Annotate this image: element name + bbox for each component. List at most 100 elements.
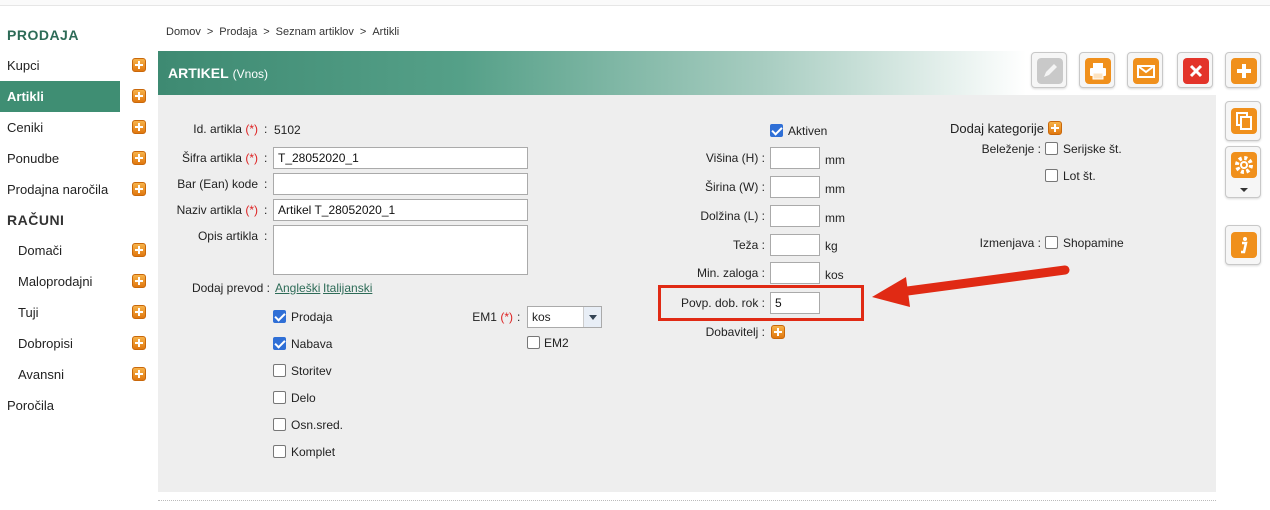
page-header: ARTIKEL (Vnos) [158, 51, 1026, 95]
link-italijanski[interactable]: Italijanski [323, 281, 372, 295]
naziv-input[interactable] [273, 199, 528, 221]
plus-icon[interactable] [132, 58, 146, 72]
sirina-input[interactable] [770, 176, 820, 198]
checkbox-prodaja[interactable] [273, 310, 286, 323]
plus-icon[interactable] [771, 325, 785, 339]
dolzina-label: Dolžina (L) : [700, 209, 765, 223]
breadcrumb-prodaja[interactable]: Prodaja [219, 26, 257, 38]
plus-icon[interactable] [132, 367, 146, 381]
colon: : [264, 177, 268, 191]
sidebar-item-prodajna-narocila[interactable]: Prodajna naročila [0, 174, 150, 205]
sidebar-item-domaci[interactable]: Domači [0, 235, 150, 266]
dobavitelj-label: Dobavitelj : [705, 325, 765, 339]
sidebar-item-ceniki[interactable]: Ceniki [0, 112, 150, 143]
print-button[interactable] [1079, 52, 1115, 88]
plus-icon[interactable] [132, 305, 146, 319]
colon: : [264, 203, 268, 217]
aktiven-label: Aktiven [788, 124, 828, 138]
sidebar-item-label: Domači [18, 243, 63, 258]
zaloga-input[interactable] [770, 262, 820, 284]
checkbox-storitev[interactable] [273, 364, 286, 377]
plus-icon[interactable] [132, 151, 146, 165]
link-angleski[interactable]: Angleški [275, 281, 320, 295]
checkbox-delo[interactable] [273, 391, 286, 404]
sidebar-item-porocila[interactable]: Poročila [0, 390, 150, 421]
add-button[interactable] [1225, 52, 1261, 88]
checkbox-em2[interactable] [527, 336, 540, 349]
naziv-label: Naziv artikla (*) [176, 203, 258, 217]
visina-input[interactable] [770, 147, 820, 169]
opis-textarea[interactable] [273, 225, 528, 275]
colon: : [264, 229, 268, 243]
sidebar-item-tuji[interactable]: Tuji [0, 297, 150, 328]
colon: : [264, 151, 268, 165]
edit-button[interactable] [1031, 52, 1067, 88]
sidebar-section-racuni: RAČUNI [7, 212, 65, 228]
sidebar-item-label: Prodajna naročila [7, 182, 109, 197]
sifra-label: Šifra artikla (*) [181, 151, 258, 165]
shopamine-label: Shopamine [1063, 236, 1124, 250]
sidebar-item-label: Kupci [7, 58, 40, 73]
id-value: 5102 [274, 123, 301, 137]
settings-button[interactable] [1225, 146, 1261, 198]
plus-icon[interactable] [132, 182, 146, 196]
checkbox-serijske[interactable] [1045, 142, 1058, 155]
teza-input[interactable] [770, 234, 820, 256]
checkbox-komplet[interactable] [273, 445, 286, 458]
sidebar-item-label: Maloprodajni [18, 274, 93, 289]
sidebar-item-ponudbe[interactable]: Ponudbe [0, 143, 150, 174]
checkbox-shopamine[interactable] [1045, 236, 1058, 249]
plus-icon[interactable] [132, 243, 146, 257]
top-border [0, 0, 1270, 6]
id-label: Id. artikla (*) [193, 122, 258, 136]
email-button[interactable] [1127, 52, 1163, 88]
delete-button[interactable] [1177, 52, 1213, 88]
visina-unit: mm [825, 153, 845, 167]
plus-icon[interactable] [132, 336, 146, 350]
em1-select[interactable]: kos [527, 306, 602, 328]
sirina-unit: mm [825, 182, 845, 196]
checkbox-aktiven[interactable] [770, 124, 783, 137]
sidebar-item-kupci[interactable]: Kupci [0, 50, 150, 81]
copy-button[interactable] [1225, 101, 1261, 141]
gear-icon [1231, 152, 1257, 178]
checkbox-label: Nabava [291, 337, 333, 351]
breadcrumb-domov[interactable]: Domov [166, 26, 201, 38]
arrow-annotation [872, 265, 1070, 307]
opis-label: Opis artikla [197, 229, 258, 243]
pencil-icon [1037, 58, 1063, 84]
plus-icon[interactable] [132, 120, 146, 134]
sidebar-item-avansni[interactable]: Avansni [0, 359, 150, 390]
sidebar-item-label: Ceniki [7, 120, 44, 135]
teza-unit: kg [825, 239, 838, 253]
divider [158, 500, 1216, 501]
sidebar-item-label: Artikli [7, 89, 44, 104]
ean-label: Bar (Ean) kode [177, 177, 258, 191]
sidebar: PRODAJA Kupci Artikli Ceniki Ponudbe Pro… [0, 20, 150, 421]
sirina-label: Širina (W) : [705, 180, 765, 194]
visina-label: Višina (H) : [705, 151, 765, 165]
breadcrumb-seznam-artiklov[interactable]: Seznam artiklov [276, 26, 354, 38]
sidebar-item-maloprodajni[interactable]: Maloprodajni [0, 266, 150, 297]
plus-icon[interactable] [132, 89, 146, 103]
em1-label: EM1 (*) [472, 310, 513, 324]
serijske-label: Serijske št. [1063, 142, 1122, 156]
ean-input[interactable] [273, 173, 528, 195]
plus-icon[interactable] [1048, 121, 1062, 135]
sidebar-item-artikli[interactable]: Artikli [0, 81, 146, 112]
chevron-down-icon [1240, 188, 1248, 192]
sifra-input[interactable] [273, 147, 528, 169]
printer-icon [1085, 58, 1111, 84]
checkbox-nabava[interactable] [273, 337, 286, 350]
page-subtitle: (Vnos) [232, 67, 269, 81]
info-button[interactable] [1225, 225, 1261, 265]
info-icon [1231, 232, 1257, 258]
sidebar-item-dobropisi[interactable]: Dobropisi [0, 328, 150, 359]
dolzina-input[interactable] [770, 205, 820, 227]
teza-label: Teža : [732, 238, 765, 252]
checkbox-osn-sred[interactable] [273, 418, 286, 431]
breadcrumb-artikli: Artikli [372, 26, 400, 38]
checkbox-lot[interactable] [1045, 169, 1058, 182]
plus-icon[interactable] [132, 274, 146, 288]
breadcrumb: Domov > Prodaja > Seznam artiklov > Artikli [166, 26, 399, 38]
